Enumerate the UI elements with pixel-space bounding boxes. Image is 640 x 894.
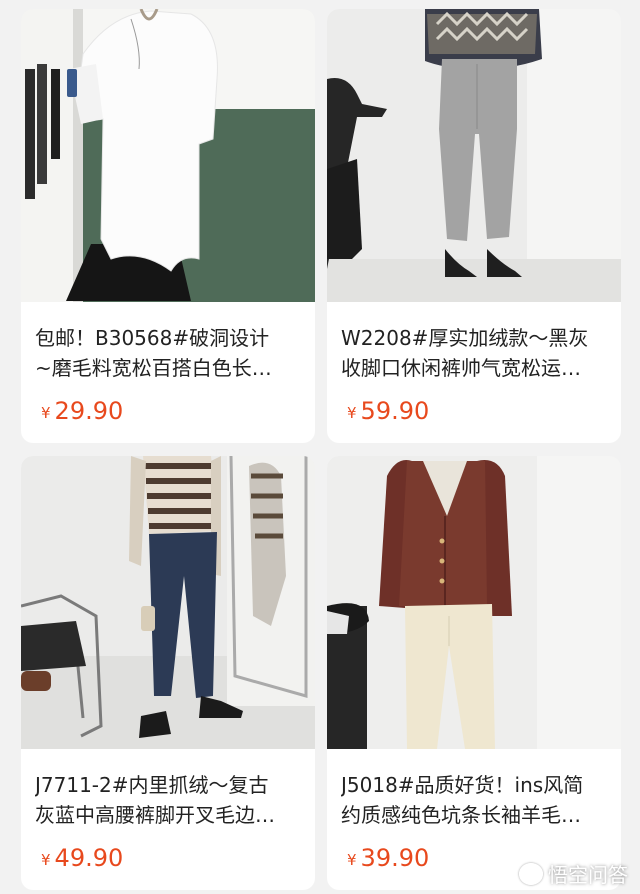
product-price: ¥59.90 — [347, 396, 429, 428]
product-price: ¥39.90 — [347, 843, 429, 875]
product-title-line-1: W2208#厚实加绒款～黑灰 — [341, 326, 589, 350]
product-grid: 包邮！B30568#破洞设计 ~磨毛料宽松百搭白色长… ¥29.90 W2208… — [0, 0, 640, 894]
watermark-text: 悟空问答 — [548, 863, 628, 887]
product-price: ¥49.90 — [41, 843, 123, 875]
product-title[interactable]: W2208#厚实加绒款～黑灰 收脚口休闲裤帅气宽松运… — [341, 323, 613, 383]
product-card[interactable]: J5018#品质好货！ins风简 约质感纯色坑条长袖羊毛… ¥39.90 — [327, 456, 621, 890]
currency-symbol: ¥ — [347, 404, 357, 422]
product-title-line-1: 包邮！B30568#破洞设计 — [35, 326, 270, 350]
wukong-logo-icon — [519, 862, 543, 885]
product-card[interactable]: W2208#厚实加绒款～黑灰 收脚口休闲裤帅气宽松运… ¥59.90 — [327, 9, 621, 443]
currency-symbol: ¥ — [41, 404, 51, 422]
price-value: 59.90 — [360, 397, 430, 425]
product-title-line-1: J7711-2#内里抓绒～复古 — [35, 773, 269, 797]
product-price: ¥29.90 — [41, 396, 123, 428]
product-title-line-2: 收脚口休闲裤帅气宽松运… — [341, 356, 581, 380]
currency-symbol: ¥ — [41, 851, 51, 869]
price-value: 29.90 — [54, 397, 124, 425]
product-title-line-2: 约质感纯色坑条长袖羊毛… — [341, 803, 581, 827]
price-value: 39.90 — [360, 844, 430, 872]
price-value: 49.90 — [54, 844, 124, 872]
product-image[interactable] — [21, 9, 315, 302]
watermark: 悟空问答 — [519, 859, 628, 888]
product-title-line-2: 灰蓝中高腰裤脚开叉毛边… — [35, 803, 275, 827]
product-title[interactable]: 包邮！B30568#破洞设计 ~磨毛料宽松百搭白色长… — [35, 323, 307, 383]
product-title[interactable]: J5018#品质好货！ins风简 约质感纯色坑条长袖羊毛… — [341, 770, 613, 830]
product-card[interactable]: 包邮！B30568#破洞设计 ~磨毛料宽松百搭白色长… ¥29.90 — [21, 9, 315, 443]
product-card[interactable]: J7711-2#内里抓绒～复古 灰蓝中高腰裤脚开叉毛边… ¥49.90 — [21, 456, 315, 890]
product-title-line-2: ~磨毛料宽松百搭白色长… — [35, 356, 272, 380]
product-title-line-1: J5018#品质好货！ins风简 — [341, 773, 584, 797]
product-image[interactable] — [327, 456, 621, 749]
product-image[interactable] — [21, 456, 315, 749]
product-image[interactable] — [327, 9, 621, 302]
product-title[interactable]: J7711-2#内里抓绒～复古 灰蓝中高腰裤脚开叉毛边… — [35, 770, 307, 830]
currency-symbol: ¥ — [347, 851, 357, 869]
